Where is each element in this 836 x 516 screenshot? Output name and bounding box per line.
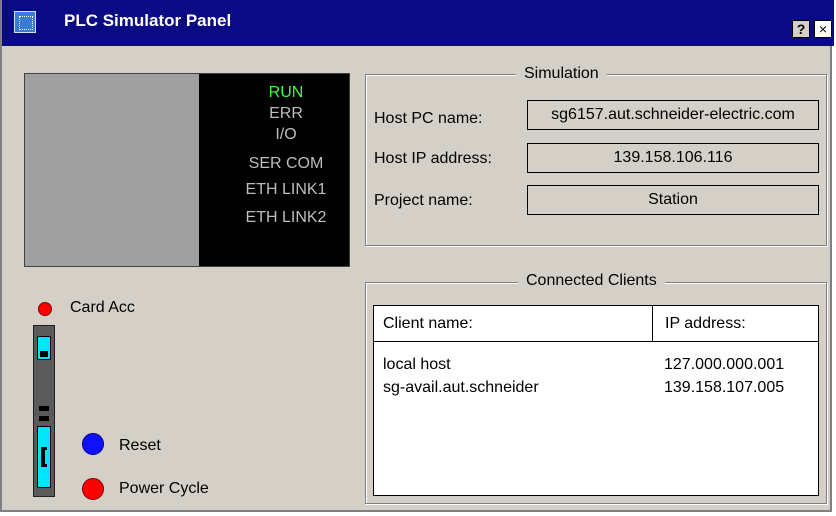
led-display-panel: RUN ERR I/O SER COM ETH LINK1 ETH LINK2: [24, 73, 350, 267]
host-pc-label: Host PC name:: [374, 110, 483, 127]
client-name-cell[interactable]: sg-avail.aut.schneider: [383, 379, 539, 397]
reset-button[interactable]: [82, 433, 104, 455]
client-ip-cell[interactable]: 139.158.107.005: [664, 379, 784, 397]
led-eth-link1: ETH LINK1: [245, 181, 327, 198]
project-field: Station: [527, 185, 819, 215]
power-cycle-button[interactable]: [82, 478, 104, 500]
led-ser-com: SER COM: [248, 155, 324, 172]
project-label: Project name:: [374, 192, 473, 209]
card-acc-label: Card Acc: [70, 299, 135, 316]
led-run: RUN: [268, 84, 304, 101]
host-ip-label: Host IP address:: [374, 150, 492, 167]
column-header-client-name[interactable]: Client name:: [374, 306, 653, 342]
led-io: I/O: [275, 126, 297, 143]
module-top-port: [37, 336, 51, 360]
host-pc-field: sg6157.aut.schneider-electric.com: [527, 100, 819, 130]
title-bar[interactable]: PLC Simulator Panel ? ×: [2, 0, 834, 46]
window-title: PLC Simulator Panel: [64, 11, 232, 30]
help-button[interactable]: ?: [792, 20, 810, 38]
card-acc-indicator: [38, 302, 52, 316]
connected-clients-title: Connected Clients: [518, 272, 665, 290]
module-slot: [39, 416, 49, 421]
led-eth-link2: ETH LINK2: [245, 209, 327, 226]
plc-module-graphic: [33, 325, 55, 497]
host-ip-field: 139.158.106.116: [527, 143, 819, 173]
led-display-grey-area: [25, 74, 199, 266]
column-header-ip-address[interactable]: IP address:: [653, 306, 818, 342]
close-button[interactable]: ×: [814, 20, 832, 38]
module-card-slot: [37, 426, 51, 488]
power-cycle-label[interactable]: Power Cycle: [119, 480, 209, 498]
led-err: ERR: [269, 105, 303, 122]
client-name-cell[interactable]: local host: [383, 356, 451, 374]
plc-simulator-window: PLC Simulator Panel ? × RUN ERR I/O SER …: [0, 0, 834, 512]
module-slot: [39, 406, 49, 411]
reset-label[interactable]: Reset: [119, 437, 161, 455]
clients-list[interactable]: Client name: IP address: local host 127.…: [373, 305, 819, 496]
simulation-group-title: Simulation: [516, 65, 607, 83]
client-ip-cell[interactable]: 127.000.000.001: [664, 356, 784, 374]
app-icon: [14, 11, 36, 33]
